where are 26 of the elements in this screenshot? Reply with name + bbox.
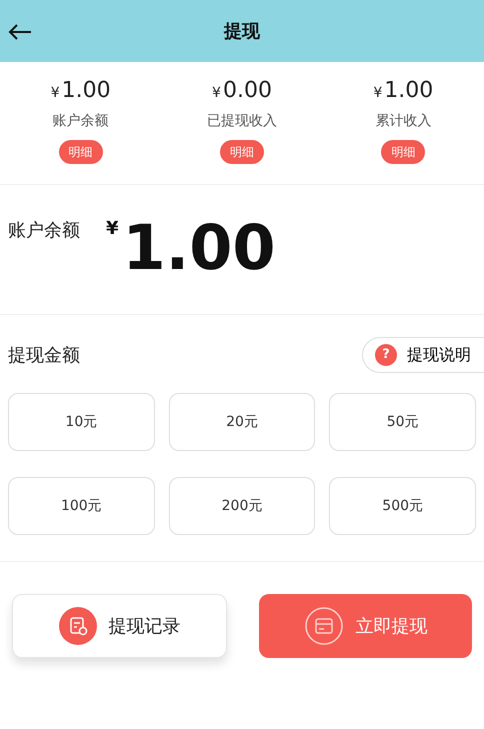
stat-label: 账户余额: [52, 112, 109, 131]
stat-label: 已提现收入: [206, 112, 277, 131]
balance-label: 账户余额: [8, 219, 80, 243]
balance-value: 1.00: [122, 217, 276, 279]
stat-value: 1.00: [62, 77, 111, 105]
amount-option[interactable]: 100元: [8, 477, 155, 535]
amount-option[interactable]: 20元: [168, 393, 316, 451]
amount-option[interactable]: 50元: [329, 393, 476, 451]
currency-sign: ¥: [106, 217, 119, 241]
amount-option[interactable]: 10元: [8, 393, 155, 451]
currency-sign: ¥: [50, 84, 60, 103]
stat-value: 1.00: [384, 77, 434, 105]
question-icon: ?: [375, 344, 397, 366]
stat-value: 0.00: [222, 77, 272, 105]
currency-sign: ¥: [373, 84, 382, 103]
document-icon: [58, 607, 96, 645]
currency-sign: ¥: [212, 84, 221, 103]
page-title: 提现: [224, 20, 260, 44]
amount-option[interactable]: 500元: [329, 477, 476, 535]
section-title: 提现金额: [8, 344, 80, 368]
stat-label: 累计收入: [375, 112, 432, 131]
records-button[interactable]: 提现记录: [12, 594, 227, 658]
help-button[interactable]: ? 提现说明: [362, 337, 484, 373]
card-icon: [304, 606, 344, 646]
back-arrow-icon[interactable]: [8, 24, 32, 40]
amount-option[interactable]: 200元: [168, 477, 316, 535]
